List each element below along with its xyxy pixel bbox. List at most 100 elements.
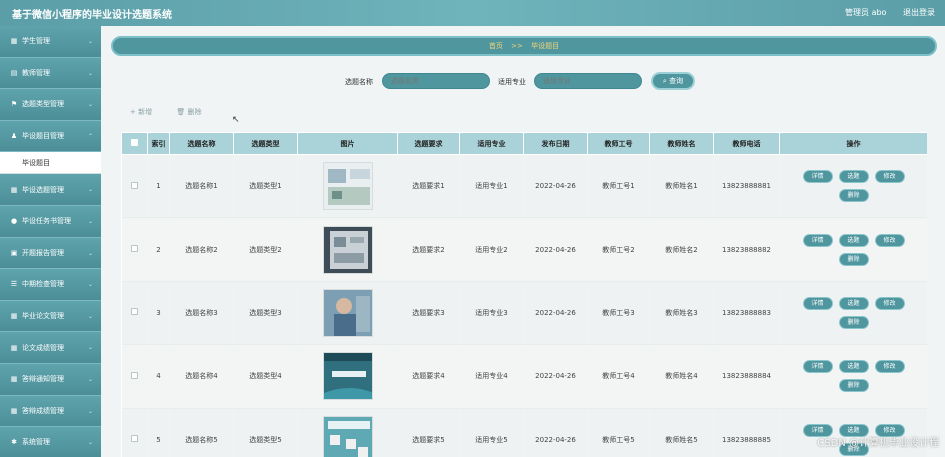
edit-button[interactable]: 修改 [874, 360, 905, 374]
cell-index: 5 [147, 408, 170, 457]
delete-button[interactable]: 删除 [838, 315, 869, 329]
sidebar-item-1[interactable]: ▤ 教师管理 ⌄ [0, 57, 101, 90]
chevron-icon: ⌄ [87, 344, 93, 352]
cell-name: 选题名称1 [169, 154, 234, 219]
sidebar-item-label: 答辩成绩管理 [22, 406, 64, 415]
detail-button[interactable]: 详情 [802, 296, 833, 310]
cell-name: 选题名称2 [169, 217, 234, 282]
watermark: CSDN @计算机毕业设计程 [817, 438, 939, 449]
column-header: 教师姓名 [649, 132, 714, 155]
submenu-item-topics[interactable]: 毕设题目 [0, 152, 101, 175]
cell-major: 适用专业3 [459, 281, 524, 346]
sidebar-item-2[interactable]: ⚑ 选题类型管理 ⌄ [0, 89, 101, 121]
edit-button[interactable]: 修改 [874, 296, 905, 310]
major-input[interactable] [534, 73, 642, 89]
search-bar: 选题名称 适用专业 ⌕ 查询 [108, 72, 945, 91]
cell-index: 3 [147, 281, 170, 346]
batch-delete-button[interactable]: 🗑 删除 [176, 108, 201, 116]
delete-button[interactable]: 删除 [838, 189, 869, 203]
column-header: 图片 [297, 132, 398, 155]
major-label: 适用专业 [498, 78, 526, 86]
delete-button[interactable]: 删除 [838, 379, 869, 393]
row-checkbox[interactable] [130, 371, 138, 379]
select-topic-button[interactable]: 选题 [838, 170, 869, 184]
cell-type: 选题类型3 [233, 281, 298, 346]
ops-cell: 详情 选题 修改 删除 [779, 344, 927, 409]
current-user[interactable]: 管理员 abo [845, 8, 886, 17]
cell-tid: 教师工号4 [587, 344, 650, 409]
table-row: 2 选题名称2 选题类型2 选题要求2 适用专业2 2022-04-26 教师工号2 教师姓名… [121, 217, 927, 282]
cell-major: 适用专业2 [459, 217, 524, 282]
thumbnail-cell [297, 281, 398, 346]
row-checkbox-cell[interactable] [121, 408, 148, 457]
chevron-icon: ⌃ [87, 132, 93, 140]
cell-tid: 教师工号5 [587, 408, 650, 457]
row-checkbox-cell[interactable] [121, 281, 148, 346]
breadcrumb-home[interactable]: 首页 [489, 42, 503, 50]
sidebar-item-label: 中期检查管理 [22, 280, 64, 289]
cell-tname: 教师姓名4 [649, 344, 714, 409]
checkbox-icon[interactable] [131, 139, 138, 146]
row-checkbox[interactable] [130, 435, 138, 443]
breadcrumb: 首页 >> 毕设题目 [111, 36, 937, 56]
cell-index: 4 [147, 344, 170, 409]
row-checkbox[interactable] [130, 181, 138, 189]
row-checkbox-cell[interactable] [121, 344, 148, 409]
column-header: 选题要求 [397, 132, 460, 155]
topic-image [322, 352, 373, 401]
cell-tname: 教师姓名1 [649, 154, 714, 219]
sidebar-item-0[interactable]: ▦ 学生管理 ⌄ [0, 26, 101, 58]
select-topic-button[interactable]: 选题 [838, 296, 869, 310]
edit-button[interactable]: 修改 [874, 233, 905, 247]
select-topic-button[interactable]: 选题 [838, 233, 869, 247]
row-checkbox[interactable] [130, 308, 138, 316]
detail-button[interactable]: 详情 [802, 233, 833, 247]
column-header: 教师电话 [713, 132, 780, 155]
cell-req: 选题要求5 [397, 408, 460, 457]
row-checkbox-cell[interactable] [121, 217, 148, 282]
row-checkbox-cell[interactable] [121, 154, 148, 219]
cell-req: 选题要求2 [397, 217, 460, 282]
delete-button[interactable]: 删除 [838, 252, 869, 266]
sidebar-item-label: 论文成绩管理 [22, 343, 64, 352]
sidebar-item-6[interactable]: ▣ 开题报告管理 ⌄ [0, 237, 101, 270]
detail-button[interactable]: 详情 [802, 170, 833, 184]
sidebar-item-7[interactable]: ☰ 中期检查管理 ⌄ [0, 269, 101, 301]
logout-link[interactable]: 退出登录 [903, 8, 935, 17]
select-all-checkbox[interactable] [121, 132, 148, 155]
sidebar-item-label: 毕设选题管理 [22, 185, 64, 194]
sidebar-item-5[interactable]: ● 毕设任务书管理 ⌄ [0, 205, 101, 238]
thumbnail-cell [297, 408, 398, 457]
sidebar-item-3[interactable]: ♟ 毕设题目管理 ⌃ [0, 120, 101, 153]
cell-tname: 教师姓名5 [649, 408, 714, 457]
sidebar-item-9[interactable]: ▦ 论文成绩管理 ⌄ [0, 332, 101, 364]
cell-date: 2022-04-26 [523, 154, 588, 219]
select-topic-button[interactable]: 选题 [838, 360, 869, 374]
search-button[interactable]: ⌕ 查询 [651, 72, 695, 90]
sidebar-item-12[interactable]: ✱ 系统管理 ⌄ [0, 427, 101, 457]
table-row: 3 选题名称3 选题类型3 选题要求3 适用专业3 2022-04-26 教师工号3 教师姓名… [121, 281, 927, 346]
column-header: 操作 [779, 132, 927, 155]
add-button[interactable]: + 新增 [130, 108, 152, 116]
grid-icon: ▦ [10, 37, 18, 46]
cell-tid: 教师工号1 [587, 154, 650, 219]
chevron-icon: ⌄ [87, 101, 93, 109]
detail-button[interactable]: 详情 [802, 360, 833, 374]
sidebar-item-10[interactable]: ▦ 答辩通知管理 ⌄ [0, 363, 101, 396]
cell-phone: 13823888882 [713, 217, 780, 282]
row-checkbox[interactable] [130, 245, 138, 253]
cell-tname: 教师姓名3 [649, 281, 714, 346]
cell-phone: 13823888885 [713, 408, 780, 457]
cell-name: 选题名称4 [169, 344, 234, 409]
edit-button[interactable]: 修改 [874, 170, 905, 184]
topic-name-input[interactable] [382, 73, 490, 89]
chevron-icon: ⌄ [87, 439, 93, 447]
pin-icon: ● [10, 217, 18, 226]
sidebar-item-4[interactable]: ▦ 毕设选题管理 ⌄ [0, 174, 101, 206]
sidebar-item-8[interactable]: ▦ 毕业论文管理 ⌄ [0, 300, 101, 333]
table-row: 1 选题名称1 选题类型1 选题要求1 适用专业1 2022-04-26 教师工号1 教师姓名… [121, 154, 927, 219]
cell-tid: 教师工号3 [587, 281, 650, 346]
list-icon: ☰ [10, 280, 18, 289]
sidebar-item-11[interactable]: ▦ 答辩成绩管理 ⌄ [0, 395, 101, 428]
chevron-icon: ⌄ [87, 186, 93, 194]
